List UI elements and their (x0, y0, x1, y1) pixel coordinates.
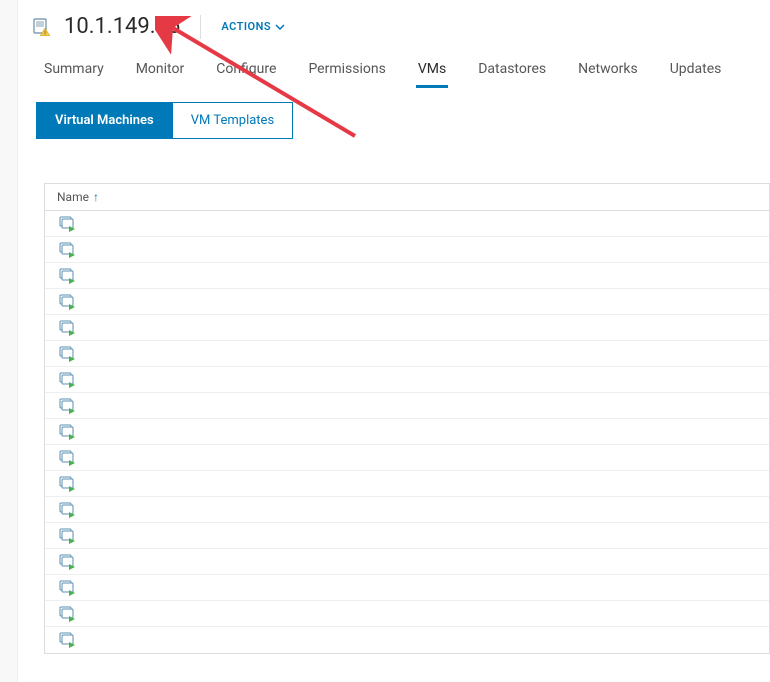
subtab-virtual-machines[interactable]: Virtual Machines (37, 103, 172, 138)
vm-powered-on-icon (59, 424, 75, 440)
vm-name-cell (83, 269, 755, 283)
vm-powered-on-icon (59, 320, 75, 336)
vm-name-cell (83, 503, 755, 517)
page-header: ! 10.1.149.16 ACTIONS (28, 0, 770, 49)
actions-label: ACTIONS (221, 20, 271, 33)
vm-name-cell (83, 217, 755, 231)
tab-vms[interactable]: VMs (416, 53, 448, 87)
vm-name-cell (83, 477, 755, 491)
vm-powered-on-icon (59, 294, 75, 310)
vm-powered-on-icon (59, 606, 75, 622)
table-row[interactable] (45, 393, 769, 419)
host-title: 10.1.149.16 (64, 14, 180, 39)
vm-powered-on-icon (59, 372, 75, 388)
host-icon: ! (32, 18, 50, 36)
table-body (45, 211, 769, 653)
vm-name-cell (83, 295, 755, 309)
vm-powered-on-icon (59, 398, 75, 414)
table-row[interactable] (45, 367, 769, 393)
vm-name-cell (83, 529, 755, 543)
vm-name-cell (83, 399, 755, 413)
vm-name-cell (83, 425, 755, 439)
table-row[interactable] (45, 315, 769, 341)
tab-updates[interactable]: Updates (668, 53, 724, 87)
vm-powered-on-icon (59, 554, 75, 570)
table-row[interactable] (45, 549, 769, 575)
tab-networks[interactable]: Networks (576, 53, 640, 87)
vm-powered-on-icon (59, 268, 75, 284)
table-row[interactable] (45, 341, 769, 367)
vm-name-cell (83, 581, 755, 595)
sort-ascending-icon: ↑ (93, 190, 99, 204)
vm-powered-on-icon (59, 580, 75, 596)
table-row[interactable] (45, 497, 769, 523)
vm-name-cell (83, 321, 755, 335)
vm-name-cell (83, 243, 755, 257)
subtab-vm-templates[interactable]: VM Templates (172, 103, 292, 138)
tab-configure[interactable]: Configure (214, 53, 278, 87)
main-content: ! 10.1.149.16 ACTIONS Summary Monitor Conf… (18, 0, 770, 654)
table-row[interactable] (45, 575, 769, 601)
chevron-down-icon (275, 20, 285, 33)
vm-powered-on-icon (59, 346, 75, 362)
vm-powered-on-icon (59, 528, 75, 544)
header-divider (200, 15, 201, 39)
vm-powered-on-icon (59, 450, 75, 466)
table-row[interactable] (45, 471, 769, 497)
tab-summary[interactable]: Summary (42, 53, 106, 87)
tab-permissions[interactable]: Permissions (306, 53, 387, 87)
tab-datastores[interactable]: Datastores (476, 53, 548, 87)
vm-powered-on-icon (59, 632, 75, 648)
secondary-tabs: Virtual MachinesVM Templates (36, 102, 293, 139)
table-row[interactable] (45, 263, 769, 289)
vm-table: Name ↑ (44, 183, 770, 654)
vm-name-cell (83, 607, 755, 621)
vm-name-cell (83, 555, 755, 569)
vm-powered-on-icon (59, 476, 75, 492)
vm-name-cell (83, 347, 755, 361)
left-gutter (0, 0, 18, 682)
actions-dropdown[interactable]: ACTIONS (221, 20, 285, 33)
table-row[interactable] (45, 445, 769, 471)
table-row[interactable] (45, 601, 769, 627)
table-row[interactable] (45, 627, 769, 653)
table-row[interactable] (45, 289, 769, 315)
primary-tabs: Summary Monitor Configure Permissions VMs Dat… (28, 49, 770, 88)
vm-name-cell (83, 451, 755, 465)
vm-name-cell (83, 373, 755, 387)
vm-powered-on-icon (59, 216, 75, 232)
column-header-name: Name (57, 190, 89, 204)
table-header-name[interactable]: Name ↑ (45, 184, 769, 211)
table-row[interactable] (45, 237, 769, 263)
table-row[interactable] (45, 211, 769, 237)
table-row[interactable] (45, 419, 769, 445)
vm-name-cell (83, 633, 755, 647)
vm-powered-on-icon (59, 242, 75, 258)
vm-powered-on-icon (59, 502, 75, 518)
tab-monitor[interactable]: Monitor (134, 53, 187, 87)
table-row[interactable] (45, 523, 769, 549)
